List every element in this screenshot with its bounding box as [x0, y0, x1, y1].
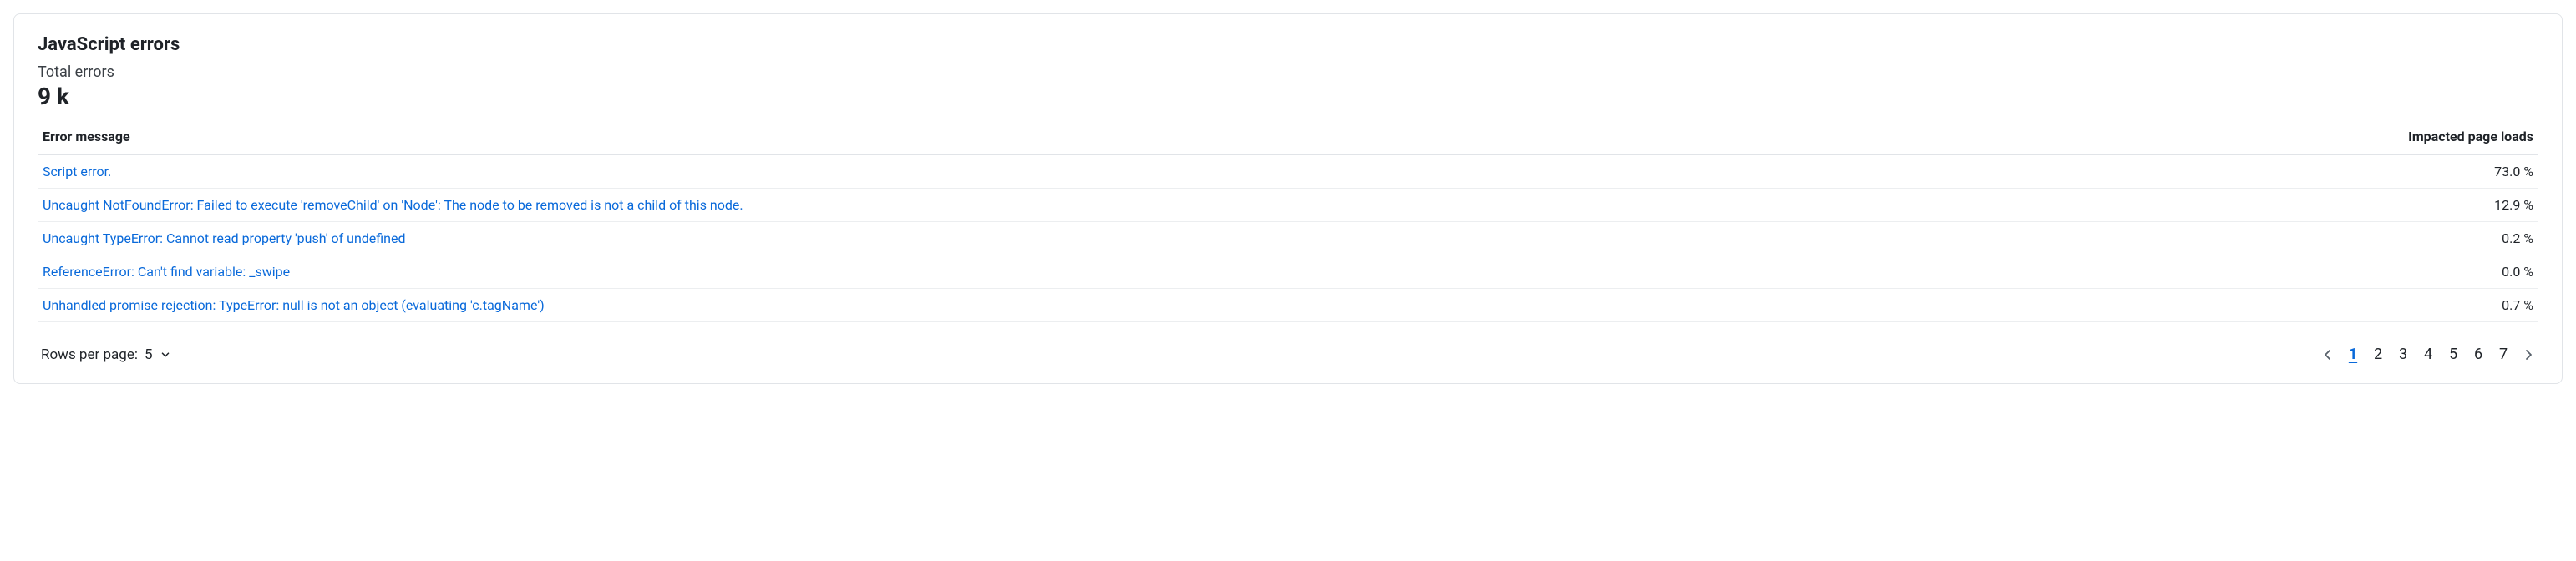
page-number-5[interactable]: 5	[2447, 346, 2460, 363]
total-errors-value: 9 k	[38, 83, 2538, 110]
pagination: 1 2 3 4 5 6 7	[2321, 346, 2535, 363]
rows-per-page-select[interactable]: Rows per page: 5	[41, 346, 171, 363]
page-number-4[interactable]: 4	[2421, 346, 2435, 363]
impacted-value: 0.0 %	[2138, 255, 2538, 289]
table-row: Uncaught TypeError: Cannot read property…	[38, 222, 2538, 255]
error-message-link[interactable]: Uncaught TypeError: Cannot read property…	[43, 230, 406, 246]
rows-per-page-label: Rows per page:	[41, 346, 138, 363]
page-number-2[interactable]: 2	[2371, 346, 2385, 363]
rows-per-page-value: 5	[145, 346, 153, 363]
error-message-link[interactable]: Unhandled promise rejection: TypeError: …	[43, 297, 545, 313]
page-number-1[interactable]: 1	[2346, 346, 2360, 363]
impacted-value: 12.9 %	[2138, 189, 2538, 222]
table-row: Unhandled promise rejection: TypeError: …	[38, 289, 2538, 322]
page-number-3[interactable]: 3	[2396, 346, 2410, 363]
impacted-value: 0.7 %	[2138, 289, 2538, 322]
error-message-link[interactable]: ReferenceError: Can't find variable: _sw…	[43, 264, 290, 280]
total-errors-label: Total errors	[38, 63, 2538, 81]
col-header-message[interactable]: Error message	[38, 122, 2138, 155]
page-number-7[interactable]: 7	[2497, 346, 2510, 363]
error-message-link[interactable]: Uncaught NotFoundError: Failed to execut…	[43, 197, 743, 213]
panel-title: JavaScript errors	[38, 34, 2538, 55]
errors-table: Error message Impacted page loads Script…	[38, 122, 2538, 322]
impacted-value: 73.0 %	[2138, 155, 2538, 189]
table-row: Uncaught NotFoundError: Failed to execut…	[38, 189, 2538, 222]
table-row: Script error. 73.0 %	[38, 155, 2538, 189]
page-number-6[interactable]: 6	[2472, 346, 2485, 363]
chevron-down-icon	[160, 349, 171, 361]
impacted-value: 0.2 %	[2138, 222, 2538, 255]
error-message-link[interactable]: Script error.	[43, 164, 111, 179]
table-footer: Rows per page: 5 1 2 3 4 5 6 7	[38, 346, 2538, 363]
js-errors-panel: JavaScript errors Total errors 9 k Error…	[13, 13, 2563, 384]
prev-page-button[interactable]	[2321, 348, 2335, 361]
table-row: ReferenceError: Can't find variable: _sw…	[38, 255, 2538, 289]
col-header-impacted[interactable]: Impacted page loads	[2138, 122, 2538, 155]
next-page-button[interactable]	[2522, 348, 2535, 361]
